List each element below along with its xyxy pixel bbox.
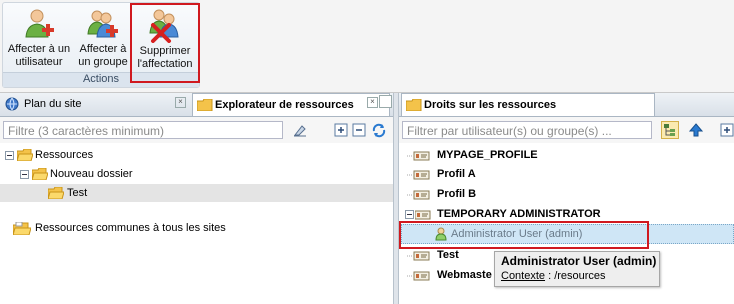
profile-icon — [407, 271, 430, 281]
expand-all-icon[interactable] — [334, 123, 348, 137]
rights-filter-input[interactable]: Filtrer par utilisateur(s) ou groupe(s) … — [402, 121, 652, 139]
clear-filter-icon[interactable] — [293, 123, 307, 137]
assign-group-button[interactable]: Affecter à un groupe — [74, 5, 132, 69]
tree-item-label: Ressources communes à tous les sites — [35, 222, 226, 234]
folder-open-icon — [17, 149, 33, 161]
remove-assignment-label-1: Supprimer — [139, 45, 191, 57]
collapse-icon[interactable] — [20, 170, 29, 179]
tree-item-label: Ressources — [35, 149, 94, 161]
shared-folder-icon — [13, 222, 31, 235]
move-up-icon[interactable] — [689, 123, 703, 137]
tree-item-new-folder[interactable]: Nouveau dossier — [20, 165, 385, 183]
tab-site-plan[interactable]: Plan du site — [2, 93, 187, 115]
profile-icon — [415, 210, 431, 220]
assign-group-label-1: Affecter à — [79, 43, 127, 55]
tree-item-label: Test — [67, 187, 88, 199]
folder-icon — [406, 99, 422, 111]
remove-assignment-label-2: l'affectation — [137, 58, 193, 70]
right-tabbar: Droits sur les ressources — [399, 93, 734, 117]
folder-icon — [197, 99, 213, 111]
globe-icon — [5, 97, 19, 111]
collapse-all-icon[interactable] — [352, 123, 366, 137]
folder-open-icon — [32, 168, 48, 180]
refresh-icon[interactable] — [371, 122, 387, 138]
assign-user-label-2: utilisateur — [15, 56, 63, 68]
profile-icon — [407, 190, 430, 200]
profile-icon — [407, 151, 430, 161]
tree-item-label: Profil A — [437, 168, 476, 180]
tree-item-label: Nouveau dossier — [50, 168, 133, 180]
tree-item-resources[interactable]: Ressources — [5, 146, 385, 164]
tab-resource-explorer[interactable]: Explorateur de ressources — [192, 93, 390, 116]
folder-open-icon — [48, 187, 64, 199]
expand-all-icon[interactable] — [720, 123, 734, 137]
highlight-box — [399, 221, 649, 249]
resource-filter-input[interactable]: Filtre (3 caractères minimum) — [3, 121, 283, 139]
assign-user-button[interactable]: Affecter à un utilisateur — [4, 5, 74, 69]
collapse-icon[interactable] — [5, 151, 14, 160]
add-group-icon — [87, 10, 118, 38]
add-user-icon — [25, 9, 54, 38]
collapse-panel-icon[interactable] — [379, 95, 392, 108]
tooltip-title: Administrator User (admin) — [501, 254, 657, 268]
resource-tree: Ressources Nouveau dossier Test Ressourc… — [0, 143, 393, 304]
tree-item-test[interactable]: Test — [0, 184, 393, 202]
assign-group-label-2: un groupe — [78, 56, 128, 68]
tab-resource-rights-label: Droits sur les ressources — [424, 99, 557, 111]
remove-assignment-icon — [149, 9, 179, 43]
tree-item-label: Profil B — [437, 188, 477, 200]
tree-item-label: MYPAGE_PROFILE — [437, 149, 538, 161]
profile-icon — [407, 170, 430, 180]
remove-assignment-button[interactable]: Supprimer l'affectation — [130, 3, 200, 83]
left-tabbar: Plan du site × Explorateur de ressources… — [0, 93, 393, 117]
close-tab-icon[interactable]: × — [367, 97, 378, 108]
tree-item-label: Webmaste — [437, 269, 492, 281]
tooltip-context: Contexte : /resources — [501, 270, 606, 282]
tooltip-context-label: Contexte — [501, 270, 546, 282]
tree-item-shared-resources[interactable]: Ressources communes à tous les sites — [5, 219, 385, 237]
user-tooltip: Administrator User (admin) Contexte : /r… — [494, 251, 660, 287]
collapse-icon[interactable] — [405, 210, 414, 219]
tab-resource-explorer-label: Explorateur de ressources — [215, 99, 354, 111]
right-toolbar: Filtrer par utilisateur(s) ou groupe(s) … — [399, 117, 734, 144]
close-tab-icon[interactable]: × — [175, 97, 186, 108]
tooltip-context-value: : /resources — [545, 270, 606, 282]
tree-view-icon — [664, 124, 675, 136]
tab-site-plan-label: Plan du site — [24, 98, 82, 110]
assign-user-label-1: Affecter à un — [7, 43, 71, 55]
left-toolbar: Filtre (3 caractères minimum) — [0, 117, 393, 144]
profile-icon — [407, 251, 430, 261]
tab-resource-rights[interactable]: Droits sur les ressources — [401, 93, 655, 116]
toggle-tree-view-button[interactable] — [661, 121, 679, 139]
